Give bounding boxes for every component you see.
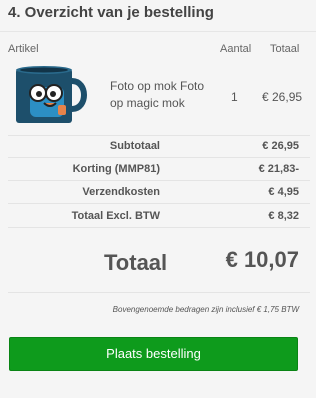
divider	[8, 227, 310, 228]
discount-label: Korting (MMP81)	[72, 163, 160, 175]
divider	[0, 31, 316, 32]
product-name[interactable]: Foto op mok Foto op magic mok	[110, 78, 214, 112]
column-header-aantal: Aantal	[220, 43, 252, 55]
shipping-label: Verzendkosten	[82, 186, 160, 198]
divider	[8, 157, 310, 158]
divider	[8, 180, 310, 181]
divider	[8, 135, 310, 136]
section-title: 4. Overzicht van je bestelling	[8, 4, 214, 21]
total-excl-vat-label: Totaal Excl. BTW	[71, 210, 160, 222]
order-summary-panel: 4. Overzicht van je bestelling Artikel A…	[0, 0, 316, 398]
divider	[8, 203, 310, 204]
shipping-value: € 4,95	[268, 186, 299, 198]
place-order-button[interactable]: Plaats bestelling	[9, 337, 298, 371]
column-header-artikel: Artikel	[8, 43, 39, 55]
discount-value: € 21,83-	[258, 163, 299, 175]
subtotal-label: Subtotaal	[109, 140, 160, 152]
column-header-totaal: Totaal	[270, 43, 300, 55]
product-total: € 26,95	[262, 90, 303, 104]
subtotal-value: € 26,95	[262, 140, 299, 152]
total-excl-vat-value: € 8,32	[268, 210, 299, 222]
product-quantity: 1	[231, 90, 238, 104]
divider	[8, 292, 310, 293]
grand-total-label: Totaal	[104, 250, 168, 275]
vat-note: Bovengenoemde bedragen zijn inclusief € …	[112, 305, 299, 314]
grand-total-value: € 10,07	[225, 247, 299, 272]
product-image	[8, 61, 102, 128]
